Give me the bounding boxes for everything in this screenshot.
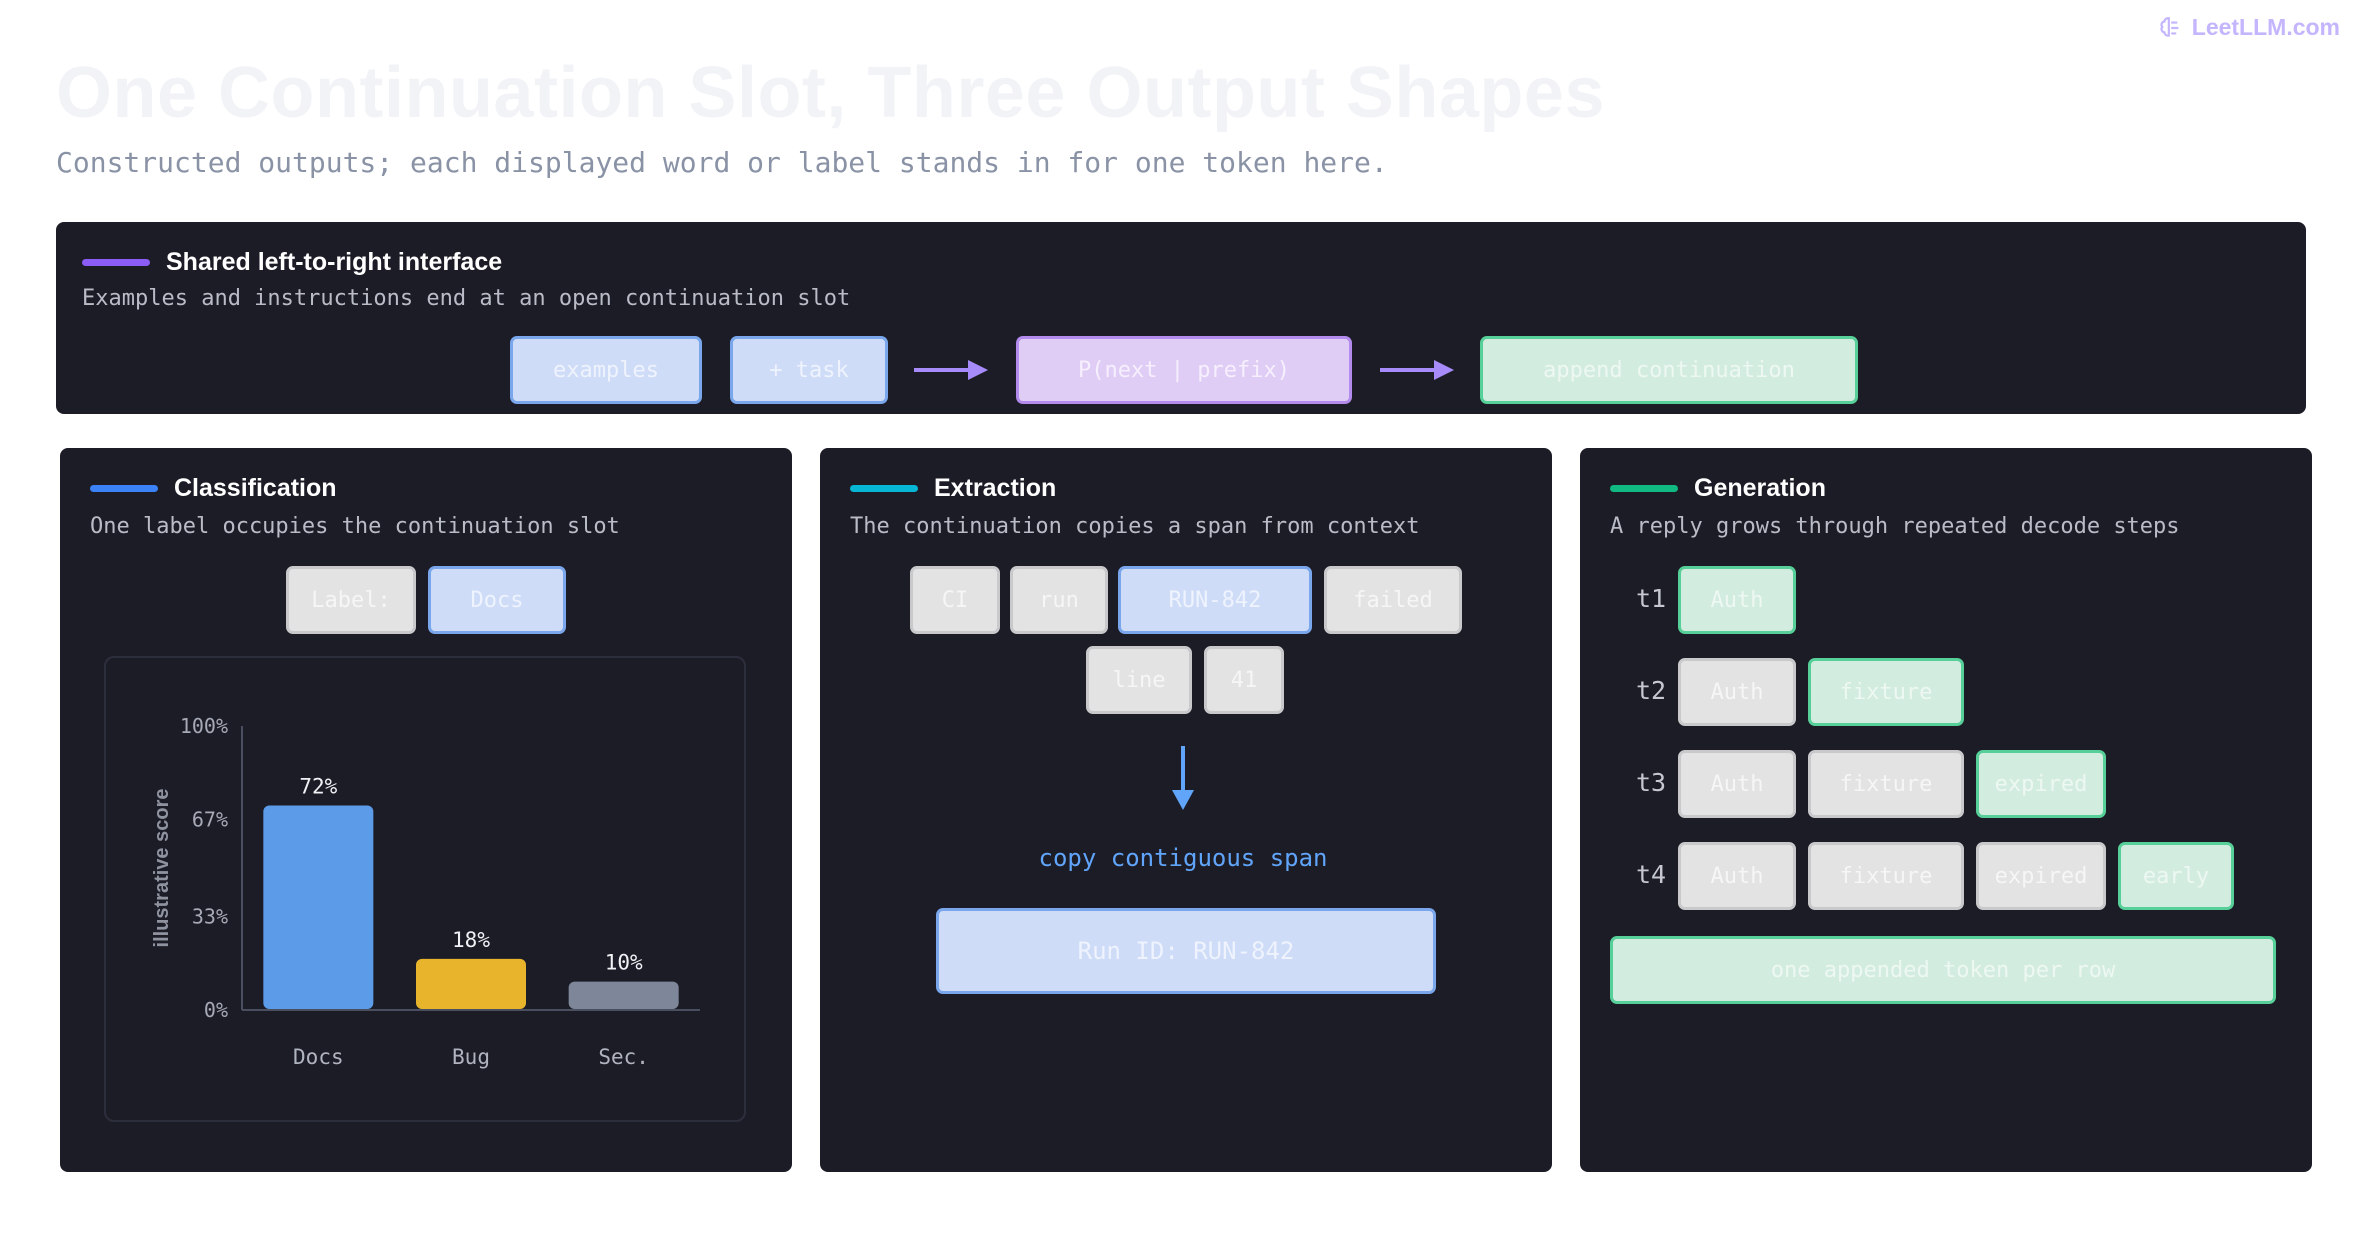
panel-subtitle: The continuation copies a span from cont… [850, 514, 1420, 539]
accent-line [850, 485, 918, 492]
new-token: early [2118, 842, 2234, 910]
bar-chart: 0% 33% 67% 100% illustrative score 72% Docs 18%… [151, 714, 700, 1069]
accent-line [90, 485, 158, 492]
label-prefix-chip: Label: [286, 566, 416, 634]
bar [416, 958, 526, 1009]
new-token: Auth [1678, 566, 1796, 634]
accent-line [1610, 485, 1678, 492]
flow-task: + task [730, 336, 888, 404]
step-label: t2 [1636, 676, 1667, 705]
accent-line [82, 259, 150, 266]
new-token: fixture [1808, 658, 1964, 726]
x-tick-label: Docs [293, 1045, 344, 1069]
page-title: One Continuation Slot, Three Output Shap… [56, 53, 1605, 133]
prior-token: Auth [1678, 750, 1796, 818]
flow-append: append continuation [1480, 336, 1858, 404]
extraction-result: Run ID: RUN-842 [936, 908, 1436, 994]
y-tick-label: 67% [192, 808, 228, 832]
classification-panel: Classification One label occupies the co… [60, 448, 792, 1172]
panel-subtitle: One label occupies the continuation slot [90, 514, 620, 539]
y-tick-label: 0% [204, 998, 228, 1022]
brand-logo[interactable]: LeetLLM.com [2158, 14, 2340, 41]
prior-token: expired [1976, 842, 2106, 910]
panel-title: Classification [174, 474, 337, 502]
bar-value-label: 72% [299, 775, 337, 799]
extraction-panel: Extraction The continuation copies a spa… [820, 448, 1552, 1172]
panel-subtitle: A reply grows through repeated decode st… [1610, 514, 2180, 539]
prior-token: fixture [1808, 750, 1964, 818]
y-tick-label: 33% [192, 904, 228, 928]
context-token: run [1010, 566, 1108, 634]
panel-title: Shared left-to-right interface [166, 248, 503, 276]
prior-token: Auth [1678, 842, 1796, 910]
context-token-span: RUN-842 [1118, 566, 1312, 634]
bar-value-label: 18% [452, 928, 490, 952]
copy-span-label: copy contiguous span [1038, 844, 1328, 872]
x-tick-label: Bug [452, 1045, 490, 1069]
arrow-right-icon [914, 360, 988, 380]
context-token: CI [910, 566, 1000, 634]
page-subtitle: Constructed outputs; each displayed word… [56, 146, 1388, 179]
bar [263, 805, 374, 1009]
panel-title: Generation [1694, 474, 1826, 502]
score-chart: 0% 33% 67% 100% illustrative score 72% Docs 18%… [104, 656, 746, 1122]
prior-token: fixture [1808, 842, 1964, 910]
shared-interface-panel: Shared left-to-right interface Examples … [56, 222, 2306, 414]
generation-panel: Generation A reply grows through repeate… [1580, 448, 2312, 1172]
arrow-down-icon [1172, 746, 1194, 810]
prior-token: Auth [1678, 658, 1796, 726]
context-token: 41 [1204, 646, 1284, 714]
new-token: expired [1976, 750, 2106, 818]
step-label: t1 [1636, 584, 1667, 613]
brand-name: LeetLLM.com [2191, 14, 2340, 40]
y-axis-label: illustrative score [151, 789, 173, 948]
arrow-right-icon [1380, 360, 1454, 380]
bar [568, 981, 679, 1009]
step-label: t4 [1636, 860, 1667, 889]
x-tick-label: Sec. [598, 1045, 649, 1069]
brain-icon [2160, 16, 2179, 37]
flow-next-token: P(next | prefix) [1016, 336, 1352, 404]
flow-examples: examples [510, 336, 702, 404]
bar-value-label: 10% [605, 951, 643, 975]
panel-subtitle: Examples and instructions end at an open… [82, 286, 851, 311]
context-token: line [1086, 646, 1192, 714]
step-label: t3 [1636, 768, 1667, 797]
context-token: failed [1324, 566, 1462, 634]
generation-footer: one appended token per row [1610, 936, 2276, 1004]
panel-title: Extraction [934, 474, 1057, 502]
y-tick-label: 100% [180, 714, 228, 738]
label-value-chip: Docs [428, 566, 566, 634]
